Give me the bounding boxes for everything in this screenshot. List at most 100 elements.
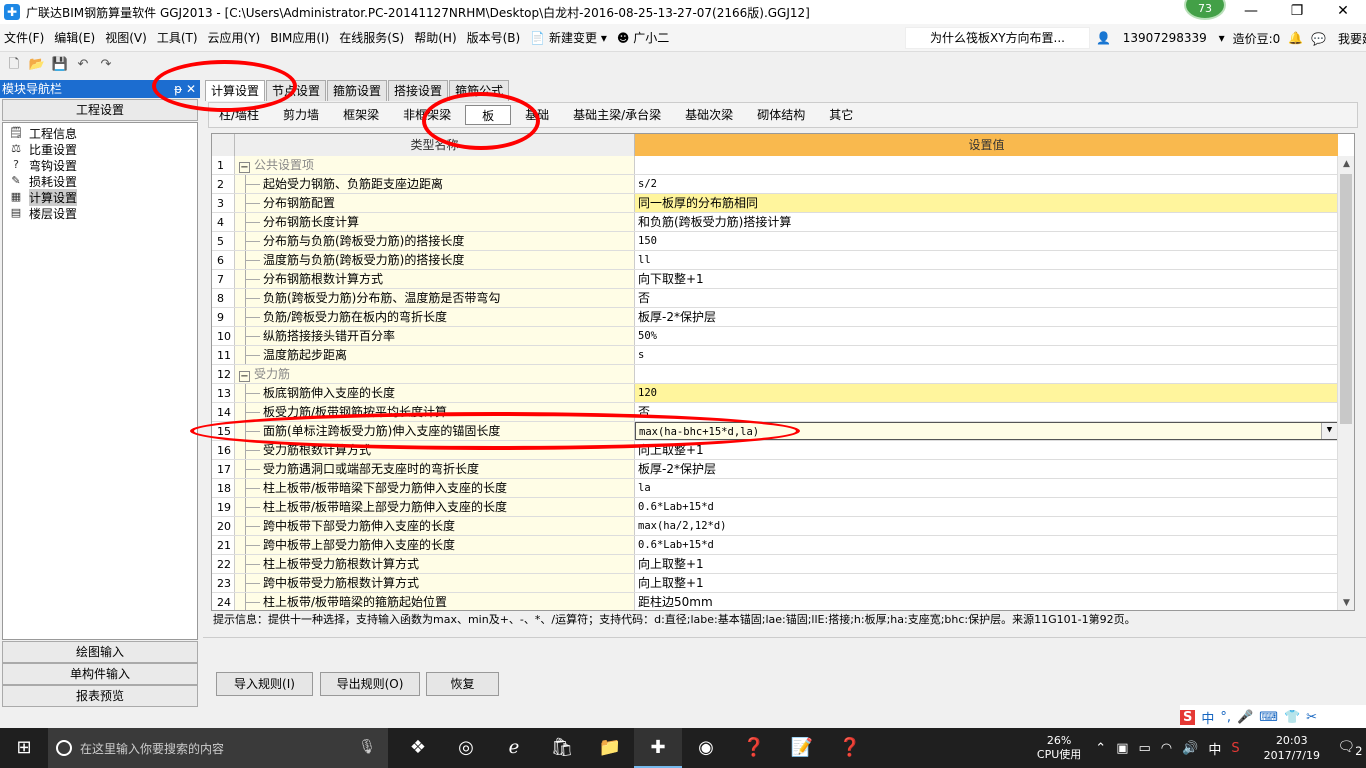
setting-value[interactable]: 50% [635, 327, 1338, 345]
ime-mode[interactable]: 中 [1201, 708, 1214, 727]
ime-keyboard-icon[interactable]: ⌨ [1259, 710, 1278, 725]
cost-beans[interactable]: 造价豆:0 [1233, 30, 1281, 47]
section-project-settings[interactable]: 工程设置 [2, 99, 198, 121]
battery-icon[interactable]: ▭ [1138, 741, 1150, 756]
setting-value[interactable]: 向上取整+1 [635, 574, 1338, 592]
tree-item-density[interactable]: ⚖ 比重设置 [3, 141, 197, 157]
tab-calc-settings[interactable]: 计算设置 [205, 80, 266, 101]
table-row[interactable]: 10 纵筋搭接接头错开百分率 50% [212, 327, 1338, 346]
help-app-icon-2[interactable]: ❓ [826, 728, 874, 768]
ime-tools-icon[interactable]: ✂ [1306, 710, 1317, 725]
file-explorer-icon[interactable]: 📁 [586, 728, 634, 768]
taskbar-search[interactable]: 在这里输入你要搜索的内容 🎙 [48, 728, 388, 768]
new-file-icon[interactable]: 🗋 [4, 55, 24, 75]
close-button[interactable]: ✕ [1320, 0, 1366, 24]
setting-value[interactable]: 否 [635, 289, 1338, 307]
menu-guang-xiaoer[interactable]: ☻ 广小二 [613, 29, 673, 46]
task-view-icon[interactable]: ❖ [394, 728, 442, 768]
setting-value[interactable]: 150 [635, 232, 1338, 250]
table-row[interactable]: 11 温度筋起步距离 s [212, 346, 1338, 365]
tree-item-loss[interactable]: ✎ 损耗设置 [3, 173, 197, 189]
ime-mic-icon[interactable]: 🎤 [1237, 710, 1253, 725]
table-row[interactable]: 7 分布钢筋根数计算方式 向下取整+1 [212, 270, 1338, 289]
grid-scrollbar[interactable]: ▲ ▼ [1337, 156, 1354, 610]
edge-icon[interactable]: ℯ [490, 728, 538, 768]
export-rules-button[interactable]: 导出规则(O) [320, 672, 420, 696]
table-row[interactable]: 15 面筋(单标注跨板受力筋)伸入支座的锚固长度 max(ha-bhc+15*d,l… [212, 422, 1338, 441]
tree-item-floor[interactable]: ▤ 楼层设置 [3, 205, 197, 221]
ime-punct[interactable]: °, [1220, 710, 1231, 725]
notepad-app-icon[interactable]: 📝 [778, 728, 826, 768]
setting-value[interactable]: 向上取整+1 [635, 441, 1338, 459]
glodon-app-icon[interactable]: ✚ [634, 728, 682, 768]
restore-button[interactable]: 恢复 [426, 672, 499, 696]
table-row[interactable]: 24 柱上板带/板带暗梁的箍筋起始位置 距柱边50mm [212, 593, 1338, 610]
subtab-nonframe-beam[interactable]: 非框架梁 [393, 105, 461, 125]
subtab-foundation-secondary-beam[interactable]: 基础次梁 [675, 105, 743, 125]
nav-single-input[interactable]: 单构件输入 [2, 663, 198, 685]
nav-report-preview[interactable]: 报表预览 [2, 685, 198, 707]
menu-bim[interactable]: BIM应用(I) [266, 29, 333, 46]
tray-expand-icon[interactable]: ⌃ [1095, 741, 1106, 756]
setting-value[interactable]: 和负筋(跨板受力筋)搭接计算 [635, 213, 1338, 231]
notification-center-icon[interactable]: 🗨2 [1334, 739, 1366, 758]
wifi-icon[interactable]: ◠ [1161, 741, 1172, 756]
menu-new-change[interactable]: 📄 新建变更 ▾ [526, 29, 611, 46]
subtab-column[interactable]: 柱/墙柱 [209, 105, 269, 125]
green-app-icon[interactable]: ◉ [682, 728, 730, 768]
tab-node-settings[interactable]: 节点设置 [266, 80, 327, 101]
setting-value[interactable] [635, 365, 1338, 383]
table-row[interactable]: 1− 公共设置项 [212, 156, 1338, 175]
microphone-icon[interactable]: 🎙 [358, 739, 376, 755]
menu-help[interactable]: 帮助(H) [410, 29, 460, 46]
windows-start-icon[interactable]: ⊞ [0, 728, 48, 768]
setting-value[interactable]: 向下取整+1 [635, 270, 1338, 288]
ime-language[interactable]: 中 [1208, 739, 1221, 758]
tree-item-project-info[interactable]: 🗒 工程信息 [3, 125, 197, 141]
suggest-link[interactable]: 💬 我要建议 [1311, 30, 1366, 47]
table-row[interactable]: 4 分布钢筋长度计算 和负筋(跨板受力筋)搭接计算 [212, 213, 1338, 232]
browser-icon[interactable]: ◎ [442, 728, 490, 768]
maximize-button[interactable]: ❐ [1274, 0, 1320, 24]
table-row[interactable]: 20 跨中板带下部受力筋伸入支座的长度 max(ha/2,12*d) [212, 517, 1338, 536]
performance-badge[interactable]: 73 [1184, 0, 1226, 20]
setting-value[interactable]: max(ha/2,12*d) [635, 517, 1338, 535]
scroll-down-icon[interactable]: ▼ [1338, 595, 1354, 610]
minimize-button[interactable]: — [1228, 0, 1274, 24]
pin-close-icons[interactable]: ᵽ ✕ [174, 80, 196, 98]
scroll-up-icon[interactable]: ▲ [1338, 156, 1354, 173]
ime-logo-icon[interactable]: S [1180, 709, 1196, 725]
setting-value[interactable] [635, 156, 1338, 174]
setting-value[interactable]: ll [635, 251, 1338, 269]
setting-value[interactable]: 板厚-2*保护层 [635, 308, 1338, 326]
subtab-masonry[interactable]: 砌体结构 [747, 105, 815, 125]
subtab-other[interactable]: 其它 [819, 105, 863, 125]
tab-stirrup-formula[interactable]: 箍筋公式 [449, 80, 510, 101]
tab-stirrup-settings[interactable]: 箍筋设置 [327, 80, 388, 101]
help-app-icon[interactable]: ❓ [730, 728, 778, 768]
tree-item-hook[interactable]: ? 弯钩设置 [3, 157, 197, 173]
setting-value[interactable]: s/2 [635, 175, 1338, 193]
tree-item-calc[interactable]: ▦ 计算设置 [3, 188, 197, 206]
table-row[interactable]: 3 分布钢筋配置 同一板厚的分布筋相同 [212, 194, 1338, 213]
setting-value[interactable]: 120 [635, 384, 1338, 402]
subtab-slab[interactable]: 板 [465, 105, 512, 125]
table-row[interactable]: 6 温度筋与负筋(跨板受力筋)的搭接长度 ll [212, 251, 1338, 270]
subtab-foundation[interactable]: 基础 [515, 105, 559, 125]
setting-value[interactable]: 板厚-2*保护层 [635, 460, 1338, 478]
collapse-icon[interactable]: − [239, 162, 250, 173]
table-row[interactable]: 14 板受力筋/板带钢筋按平均长度计算否 [212, 403, 1338, 422]
table-row[interactable]: 16 受力筋根数计算方式 向上取整+1 [212, 441, 1338, 460]
tab-lap-settings[interactable]: 搭接设置 [388, 80, 449, 101]
menu-version[interactable]: 版本号(B) [463, 29, 525, 46]
account-menu[interactable]: 👤 13907298339 ▾ [1096, 31, 1225, 45]
table-row[interactable]: 5 分布筋与负筋(跨板受力筋)的搭接长度 150 [212, 232, 1338, 251]
table-row[interactable]: 18 柱上板带/板带暗梁下部受力筋伸入支座的长度 la [212, 479, 1338, 498]
table-row[interactable]: 19 柱上板带/板带暗梁上部受力筋伸入支座的长度 0.6*Lab+15*d [212, 498, 1338, 517]
table-row[interactable]: 8 负筋(跨板受力筋)分布筋、温度筋是否带弯勾否 [212, 289, 1338, 308]
redo-icon[interactable]: ↷ [96, 55, 116, 75]
menu-edit[interactable]: 编辑(E) [50, 29, 99, 46]
menu-cloud[interactable]: 云应用(Y) [204, 29, 265, 46]
table-row[interactable]: 23 跨中板带受力筋根数计算方式 向上取整+1 [212, 574, 1338, 593]
save-icon[interactable]: 💾 [50, 55, 70, 75]
